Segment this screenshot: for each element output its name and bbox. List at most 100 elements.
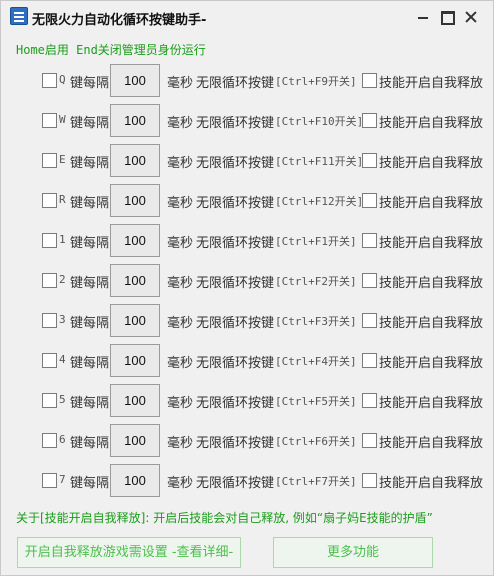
every-label: 键每隔 bbox=[70, 356, 110, 371]
key-row: 5 键每隔 100 毫秒 无限循环按键 [Ctrl+F5开关] 技能开启自我释放 bbox=[1, 384, 494, 418]
ms-label: 毫秒 bbox=[167, 236, 194, 251]
self-cast-label: 技能开启自我释放 bbox=[379, 156, 484, 171]
self-cast-label: 技能开启自我释放 bbox=[379, 76, 484, 91]
self-cast-checkbox[interactable] bbox=[362, 153, 377, 168]
toggle-shortcut: [Ctrl+F11开关] bbox=[275, 155, 364, 168]
self-cast-checkbox[interactable] bbox=[362, 273, 377, 288]
toggle-shortcut: [Ctrl+F4开关] bbox=[275, 355, 357, 368]
more-features-button[interactable]: 更多功能 bbox=[273, 537, 433, 568]
every-label: 键每隔 bbox=[70, 276, 110, 291]
close-button[interactable] bbox=[460, 7, 482, 27]
key-row: R 键每隔 100 毫秒 无限循环按键 [Ctrl+F12开关] 技能开启自我释放 bbox=[1, 184, 494, 218]
enable-loop-checkbox[interactable] bbox=[42, 233, 57, 248]
interval-input[interactable]: 100 bbox=[110, 424, 160, 457]
every-label: 键每隔 bbox=[70, 236, 110, 251]
self-cast-checkbox[interactable] bbox=[362, 313, 377, 328]
ms-label: 毫秒 bbox=[167, 396, 194, 411]
loop-label: 无限循环按键 bbox=[196, 316, 275, 331]
key-name: Q bbox=[59, 73, 66, 86]
loop-label: 无限循环按键 bbox=[196, 276, 275, 291]
self-cast-checkbox[interactable] bbox=[362, 473, 377, 488]
interval-input[interactable]: 100 bbox=[110, 64, 160, 97]
enable-loop-checkbox[interactable] bbox=[42, 273, 57, 288]
loop-label: 无限循环按键 bbox=[196, 156, 275, 171]
toggle-shortcut: [Ctrl+F1开关] bbox=[275, 235, 357, 248]
every-label: 键每隔 bbox=[70, 396, 110, 411]
enable-loop-checkbox[interactable] bbox=[42, 353, 57, 368]
toggle-shortcut: [Ctrl+F12开关] bbox=[275, 195, 364, 208]
key-row: 3 键每隔 100 毫秒 无限循环按键 [Ctrl+F3开关] 技能开启自我释放 bbox=[1, 304, 494, 338]
key-row: 2 键每隔 100 毫秒 无限循环按键 [Ctrl+F2开关] 技能开启自我释放 bbox=[1, 264, 494, 298]
enable-loop-checkbox[interactable] bbox=[42, 73, 57, 88]
enable-loop-checkbox[interactable] bbox=[42, 153, 57, 168]
loop-label: 无限循环按键 bbox=[196, 116, 275, 131]
hotkey-hint: Home启用 End关闭管理员身份运行 bbox=[16, 43, 206, 57]
key-row: 7 键每隔 100 毫秒 无限循环按键 [Ctrl+F7开关] 技能开启自我释放 bbox=[1, 464, 494, 498]
enable-loop-checkbox[interactable] bbox=[42, 193, 57, 208]
interval-input[interactable]: 100 bbox=[110, 384, 160, 417]
enable-loop-checkbox[interactable] bbox=[42, 313, 57, 328]
key-name: 1 bbox=[59, 233, 66, 246]
self-cast-checkbox[interactable] bbox=[362, 233, 377, 248]
every-label: 键每隔 bbox=[70, 156, 110, 171]
self-cast-note: 关于[技能开启自我释放]: 开启后技能会对自己释放, 例如“扇子妈E技能的护盾” bbox=[16, 511, 433, 525]
key-row: Q 键每隔 100 毫秒 无限循环按键 [Ctrl+F9开关] 技能开启自我释放 bbox=[1, 64, 494, 98]
loop-label: 无限循环按键 bbox=[196, 236, 275, 251]
loop-label: 无限循环按键 bbox=[196, 436, 275, 451]
ms-label: 毫秒 bbox=[167, 436, 194, 451]
interval-input[interactable]: 100 bbox=[110, 104, 160, 137]
loop-label: 无限循环按键 bbox=[196, 356, 275, 371]
self-cast-checkbox[interactable] bbox=[362, 433, 377, 448]
key-name: 5 bbox=[59, 393, 66, 406]
maximize-button[interactable] bbox=[435, 7, 457, 27]
interval-input[interactable]: 100 bbox=[110, 304, 160, 337]
toggle-shortcut: [Ctrl+F9开关] bbox=[275, 75, 357, 88]
toggle-shortcut: [Ctrl+F10开关] bbox=[275, 115, 364, 128]
key-row: E 键每隔 100 毫秒 无限循环按键 [Ctrl+F11开关] 技能开启自我释放 bbox=[1, 144, 494, 178]
self-cast-label: 技能开启自我释放 bbox=[379, 276, 484, 291]
enable-loop-checkbox[interactable] bbox=[42, 393, 57, 408]
toggle-shortcut: [Ctrl+F5开关] bbox=[275, 395, 357, 408]
interval-input[interactable]: 100 bbox=[110, 264, 160, 297]
toggle-shortcut: [Ctrl+F7开关] bbox=[275, 475, 357, 488]
key-name: E bbox=[59, 153, 66, 166]
enable-loop-checkbox[interactable] bbox=[42, 113, 57, 128]
loop-label: 无限循环按键 bbox=[196, 76, 275, 91]
interval-input[interactable]: 100 bbox=[110, 224, 160, 257]
key-row: 1 键每隔 100 毫秒 无限循环按键 [Ctrl+F1开关] 技能开启自我释放 bbox=[1, 224, 494, 258]
key-name: 3 bbox=[59, 313, 66, 326]
every-label: 键每隔 bbox=[70, 116, 110, 131]
self-cast-checkbox[interactable] bbox=[362, 353, 377, 368]
toggle-shortcut: [Ctrl+F2开关] bbox=[275, 275, 357, 288]
loop-label: 无限循环按键 bbox=[196, 476, 275, 491]
every-label: 键每隔 bbox=[70, 196, 110, 211]
ms-label: 毫秒 bbox=[167, 156, 194, 171]
self-cast-label: 技能开启自我释放 bbox=[379, 196, 484, 211]
ms-label: 毫秒 bbox=[167, 476, 194, 491]
self-cast-checkbox[interactable] bbox=[362, 193, 377, 208]
window-title: 无限火力自动化循环按键助手- bbox=[32, 13, 207, 28]
ms-label: 毫秒 bbox=[167, 276, 194, 291]
ms-label: 毫秒 bbox=[167, 316, 194, 331]
interval-input[interactable]: 100 bbox=[110, 344, 160, 377]
key-row: 6 键每隔 100 毫秒 无限循环按键 [Ctrl+F6开关] 技能开启自我释放 bbox=[1, 424, 494, 458]
enable-loop-checkbox[interactable] bbox=[42, 473, 57, 488]
self-cast-checkbox[interactable] bbox=[362, 73, 377, 88]
self-cast-label: 技能开启自我释放 bbox=[379, 476, 484, 491]
self-cast-label: 技能开启自我释放 bbox=[379, 356, 484, 371]
toggle-shortcut: [Ctrl+F6开关] bbox=[275, 435, 357, 448]
self-cast-checkbox[interactable] bbox=[362, 393, 377, 408]
interval-input[interactable]: 100 bbox=[110, 184, 160, 217]
enable-loop-checkbox[interactable] bbox=[42, 433, 57, 448]
app-window: 无限火力自动化循环按键助手- Home启用 End关闭管理员身份运行 Q 键每隔 1… bbox=[0, 0, 494, 576]
key-row: W 键每隔 100 毫秒 无限循环按键 [Ctrl+F10开关] 技能开启自我释放 bbox=[1, 104, 494, 138]
ms-label: 毫秒 bbox=[167, 76, 194, 91]
every-label: 键每隔 bbox=[70, 476, 110, 491]
self-cast-settings-button[interactable]: 开启自我释放游戏需设置 -查看详细- bbox=[17, 537, 241, 568]
interval-input[interactable]: 100 bbox=[110, 464, 160, 497]
title-bar: 无限火力自动化循环按键助手- bbox=[1, 1, 494, 35]
interval-input[interactable]: 100 bbox=[110, 144, 160, 177]
self-cast-checkbox[interactable] bbox=[362, 113, 377, 128]
minimize-button[interactable] bbox=[412, 7, 434, 27]
self-cast-label: 技能开启自我释放 bbox=[379, 236, 484, 251]
